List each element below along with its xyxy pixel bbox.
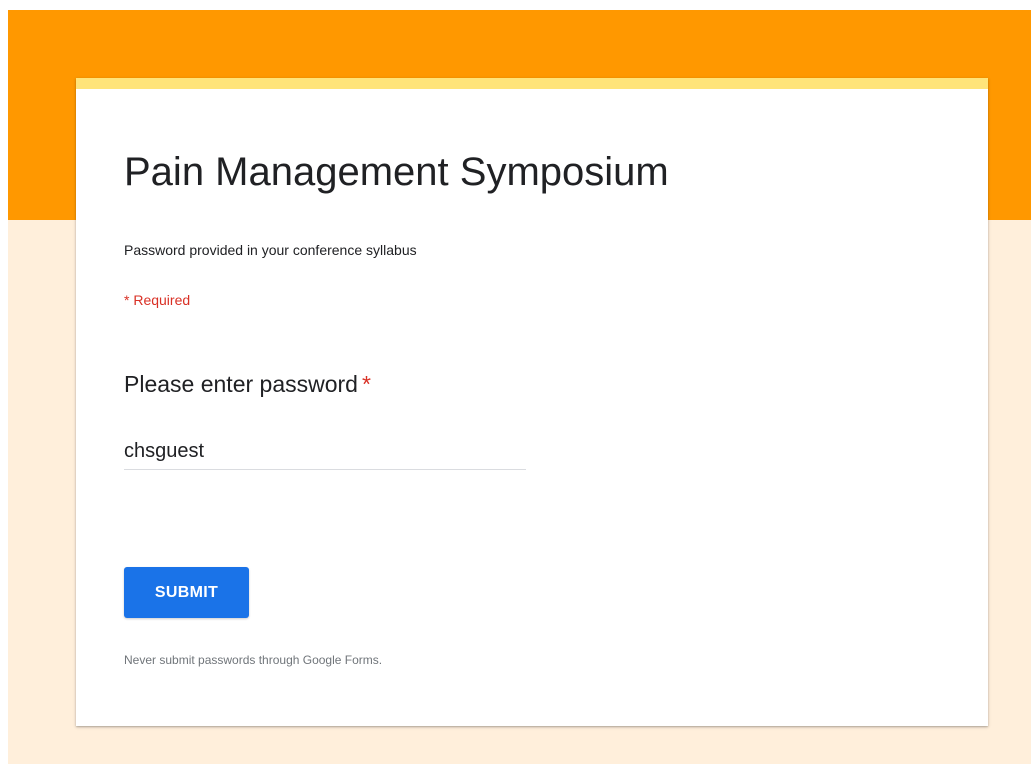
footer-warning-note: Never submit passwords through Google Fo… [124,653,383,667]
required-asterisk: * [361,371,371,397]
form-card: Pain Management Symposium Password provi… [76,78,988,726]
required-note: * Required [124,292,191,308]
card-accent-bar [76,78,988,89]
password-input[interactable] [124,434,526,470]
form-description: Password provided in your conference syl… [124,242,417,258]
form-title: Pain Management Symposium [124,150,669,194]
password-question-label: Please enter password * [124,370,371,398]
submit-button[interactable]: SUBMIT [124,567,249,618]
question-label-text: Please enter password [124,371,358,397]
